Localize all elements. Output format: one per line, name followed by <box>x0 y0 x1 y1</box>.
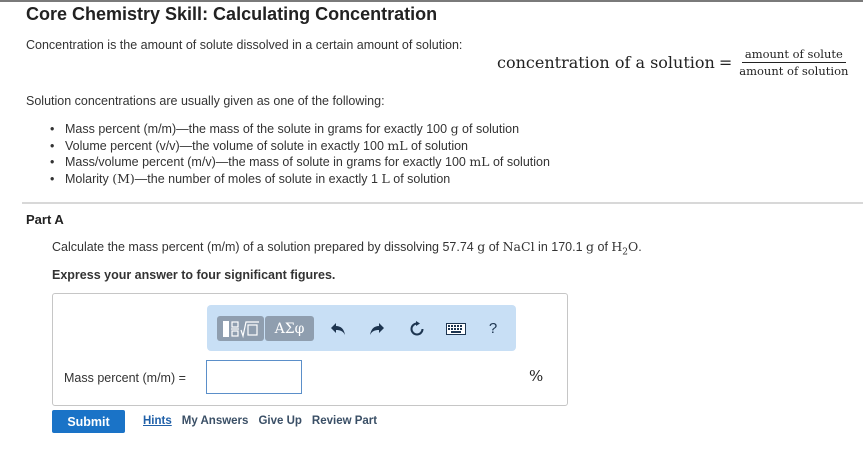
bullet-text: of solution <box>389 172 451 187</box>
bullet-text: Mass/volume percent (m/v)—the mass of so… <box>65 155 470 170</box>
give-up-link[interactable]: Give Up <box>258 415 301 427</box>
list-item-volume-percent: Volume percent (v/v)—the volume of solut… <box>50 138 550 155</box>
concentration-formula: concentration of a solution = amount of … <box>497 47 851 78</box>
list-item-molarity: Molarity (M)—the number of moles of solu… <box>50 171 550 188</box>
unit-ml: mL <box>387 137 408 153</box>
mass-percent-input[interactable] <box>206 360 302 394</box>
bullet-text: —the number of moles of solute in exactl… <box>134 172 382 187</box>
formula-lhs: concentration of a solution <box>497 53 715 72</box>
reset-icon[interactable] <box>405 316 429 341</box>
help-label: ? <box>488 320 498 337</box>
formula-o: O <box>628 239 639 254</box>
undo-icon[interactable] <box>326 316 350 341</box>
my-answers-link[interactable]: My Answers <box>182 415 249 427</box>
question-segment: Calculate the mass percent (m/m) of a so… <box>52 240 478 254</box>
intro-text: Concentration is the amount of solute di… <box>26 38 463 52</box>
greek-symbols-icon[interactable]: ΑΣφ <box>265 316 314 341</box>
percent-unit: % <box>529 367 544 385</box>
formula-equals: = <box>718 53 733 72</box>
question-segment: of <box>485 240 503 254</box>
answer-panel: ΑΣφ ? Mass percent (m/m) = % <box>52 293 568 406</box>
answer-actions: Hints My Answers Give Up Review Part <box>143 415 377 427</box>
hints-link[interactable]: Hints <box>143 415 172 427</box>
formula-numerator: amount of solute <box>741 47 846 63</box>
answer-label: Mass percent (m/m) = <box>64 371 186 385</box>
list-item-mass-percent: Mass percent (m/m)—the mass of the solut… <box>50 121 550 138</box>
bullet-text: of solution <box>407 138 469 153</box>
question-segment: . <box>638 240 642 254</box>
question-segment: of <box>594 240 612 254</box>
unit-g: g <box>450 121 459 136</box>
formula-fraction: amount of solute amount of solution <box>736 47 851 78</box>
formula-nacl: NaCl <box>502 239 535 254</box>
help-icon[interactable]: ? <box>481 316 505 341</box>
keyboard-icon[interactable] <box>444 316 468 341</box>
part-divider <box>22 202 863 204</box>
formula-h: H <box>611 239 623 254</box>
unit-molarity: (M) <box>112 171 135 187</box>
question-text: Calculate the mass percent (m/m) of a so… <box>52 239 642 258</box>
review-part-link[interactable]: Review Part <box>312 415 377 427</box>
submit-button[interactable]: Submit <box>52 410 125 433</box>
concentration-types-list: Mass percent (m/m)—the mass of the solut… <box>50 121 550 188</box>
concentration-types-intro: Solution concentrations are usually give… <box>26 94 385 108</box>
top-divider <box>0 0 863 2</box>
bullet-text: Volume percent (v/v)—the volume of solut… <box>65 138 388 153</box>
formula-water: H2O <box>611 239 639 258</box>
redo-icon[interactable] <box>365 316 389 341</box>
bullet-text: of solution <box>458 122 520 136</box>
page-title: Core Chemistry Skill: Calculating Concen… <box>26 4 438 24</box>
bullet-text: Molarity <box>65 172 113 187</box>
math-toolbar: ΑΣφ ? <box>207 305 516 351</box>
list-item-mass-volume-percent: Mass/volume percent (m/v)—the mass of so… <box>50 154 550 171</box>
bullet-text: Mass percent (m/m)—the mass of the solut… <box>65 122 451 136</box>
template-fraction-root-icon <box>222 320 259 338</box>
question-segment: in 170.1 <box>534 240 586 254</box>
template-button[interactable] <box>217 316 264 341</box>
answer-instruction: Express your answer to four significant … <box>52 268 336 282</box>
formula-denominator: amount of solution <box>739 64 849 78</box>
unit-l: L <box>381 171 390 187</box>
unit-g: g <box>586 239 595 254</box>
bullet-text: of solution <box>489 155 550 170</box>
unit-ml: mL <box>469 154 490 170</box>
part-title: Part A <box>26 212 64 227</box>
